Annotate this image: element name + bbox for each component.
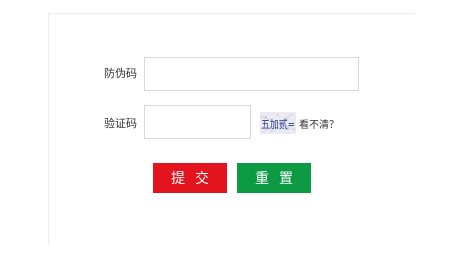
refresh-captcha-link[interactable]: 看不清？ (299, 116, 339, 131)
verification-code-input[interactable] (144, 105, 251, 139)
anticounterfeit-code-input[interactable] (144, 57, 359, 91)
captcha-image[interactable]: 五加贰= (260, 112, 296, 134)
reset-button[interactable]: 重置 (237, 163, 311, 193)
verification-code-label: 验证码 (104, 117, 137, 130)
captcha-text: 五加贰= (261, 117, 295, 131)
captcha-noise-graphic: 五加贰= (260, 112, 296, 134)
submit-button[interactable]: 提交 (153, 163, 227, 193)
anticounterfeit-code-label: 防伪码 (104, 67, 137, 80)
